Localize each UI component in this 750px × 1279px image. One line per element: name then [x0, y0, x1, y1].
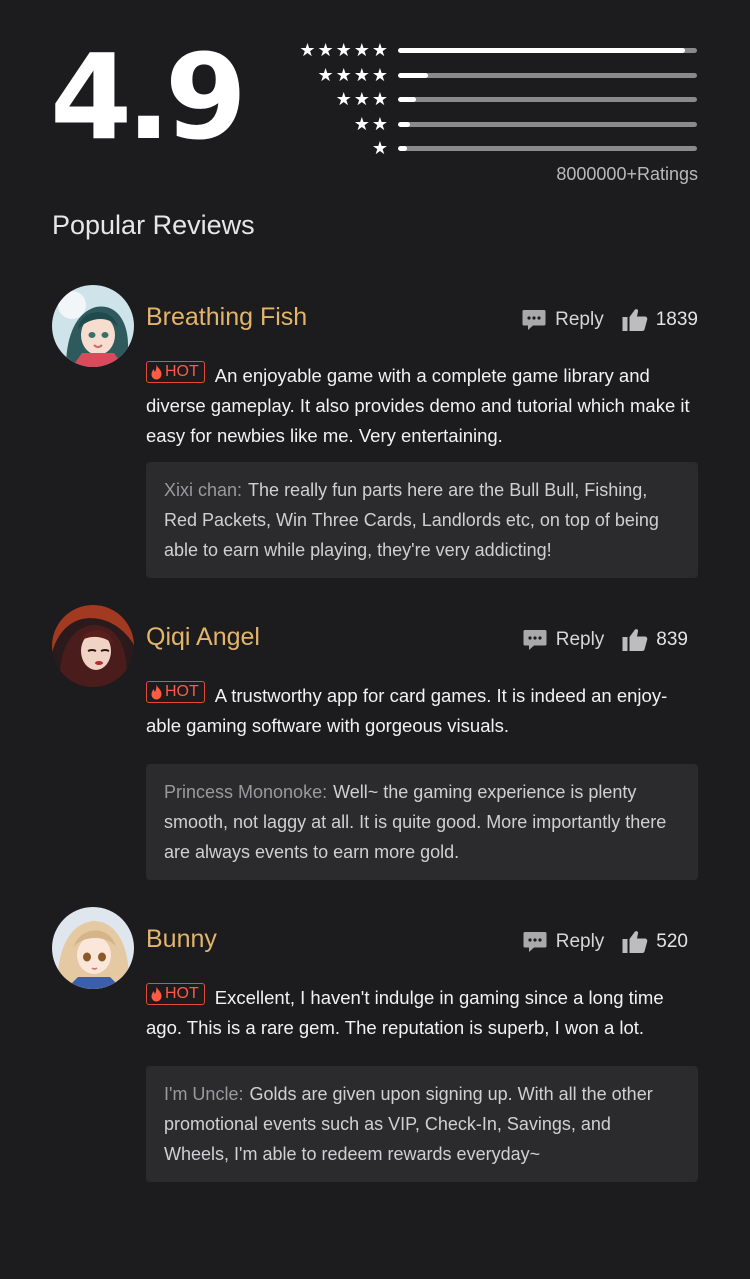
review-body: HOT An enjoyable game with a complete gam… [146, 361, 698, 451]
rating-summary: 4.9 ★★★★★ ★★★★ ★★★ ★★ ★ 8000000+Ratings [0, 0, 750, 200]
like-button[interactable]: 1839 [622, 308, 698, 332]
average-score: 4.9 [50, 28, 247, 166]
like-count: 520 [656, 931, 688, 952]
rating-row-4: ★★★★ [280, 65, 700, 90]
rating-bar [398, 72, 697, 78]
hot-label: HOT [165, 363, 199, 380]
like-count: 1839 [655, 309, 698, 330]
like-count: 839 [656, 629, 688, 650]
reply-box: Princess Mononoke: Well~ the gaming exper… [146, 764, 698, 880]
rating-row-5: ★★★★★ [280, 40, 700, 65]
reply-author[interactable]: Xixi chan: [164, 480, 242, 500]
rating-bar-fill [398, 97, 416, 102]
review-actions: Reply 1839 [522, 305, 698, 335]
review-card: Bunny Reply 520 HOT Excellent, I haven't … [52, 907, 698, 1182]
reply-label: Reply [555, 931, 605, 952]
rating-bar [398, 97, 697, 102]
review-actions: Reply 839 [523, 625, 698, 655]
reply-button[interactable]: Reply [523, 629, 605, 651]
section-title: Popular Reviews [52, 210, 255, 240]
hot-badge: HOT [146, 983, 205, 1005]
rating-bar [398, 121, 697, 127]
rating-row-3: ★★★ [280, 89, 700, 114]
rating-bar-fill [398, 48, 686, 53]
avatar[interactable] [52, 285, 134, 367]
rating-bar [398, 48, 697, 53]
flame-icon [151, 684, 162, 700]
stars-label: ★★ [353, 113, 390, 135]
username[interactable]: Breathing Fish [146, 303, 307, 332]
reply-button[interactable]: Reply [522, 309, 604, 331]
reply-label: Reply [555, 629, 605, 650]
review-card: Breathing Fish Reply 1839 HOT An enjoyabl… [52, 285, 698, 578]
comment-icon [522, 310, 546, 330]
stars-label: ★★★★★ [299, 40, 390, 61]
rating-bar-fill [398, 72, 428, 78]
rating-row-1: ★ [280, 138, 700, 163]
reply-author[interactable]: Princess Mononoke: [164, 782, 327, 802]
stars-label: ★ [371, 138, 390, 159]
avatar[interactable] [52, 907, 134, 989]
avatar[interactable] [52, 605, 134, 687]
rating-row-2: ★★ [280, 114, 700, 139]
flame-icon [151, 986, 162, 1002]
review-text: Excellent, I haven't indulge in gaming s… [146, 987, 664, 1038]
reply-button[interactable]: Reply [523, 931, 605, 953]
like-button[interactable]: 839 [622, 628, 688, 652]
comment-icon [523, 630, 547, 650]
reply-box: Xixi chan: The really fun parts here are … [146, 462, 698, 578]
hot-badge: HOT [146, 681, 205, 703]
hot-badge: HOT [146, 361, 205, 383]
stars-label: ★★★★ [317, 64, 390, 86]
reply-author[interactable]: I'm Uncle: [164, 1084, 243, 1104]
comment-icon [523, 932, 547, 952]
rating-bar-fill [398, 146, 407, 151]
thumbs-up-icon [622, 931, 648, 953]
stars-label: ★★★ [335, 89, 390, 110]
reply-box: I'm Uncle: Golds are given upon signing u… [146, 1066, 698, 1182]
username[interactable]: Bunny [146, 925, 217, 954]
reply-label: Reply [555, 309, 604, 330]
thumbs-up-icon [622, 309, 648, 331]
review-card: Qiqi Angel Reply 839 HOT A trustworthy ap… [52, 605, 698, 880]
rating-distribution: ★★★★★ ★★★★ ★★★ ★★ ★ [280, 40, 700, 163]
ratings-count: 8000000+Ratings [556, 164, 698, 184]
review-actions: Reply 520 [523, 927, 698, 957]
flame-icon [151, 364, 162, 380]
hot-label: HOT [165, 683, 199, 700]
rating-bar-fill [398, 121, 410, 127]
rating-bar [398, 146, 697, 151]
username[interactable]: Qiqi Angel [146, 623, 260, 652]
review-text: An enjoyable game with a complete game l… [146, 365, 690, 446]
like-button[interactable]: 520 [622, 930, 688, 954]
hot-label: HOT [165, 985, 199, 1002]
review-body: HOT Excellent, I haven't indulge in gamin… [146, 983, 698, 1043]
review-body: HOT A trustworthy app for card games. It … [146, 681, 698, 741]
review-text: A trustworthy app for card games. It is … [146, 685, 668, 736]
thumbs-up-icon [622, 629, 648, 651]
